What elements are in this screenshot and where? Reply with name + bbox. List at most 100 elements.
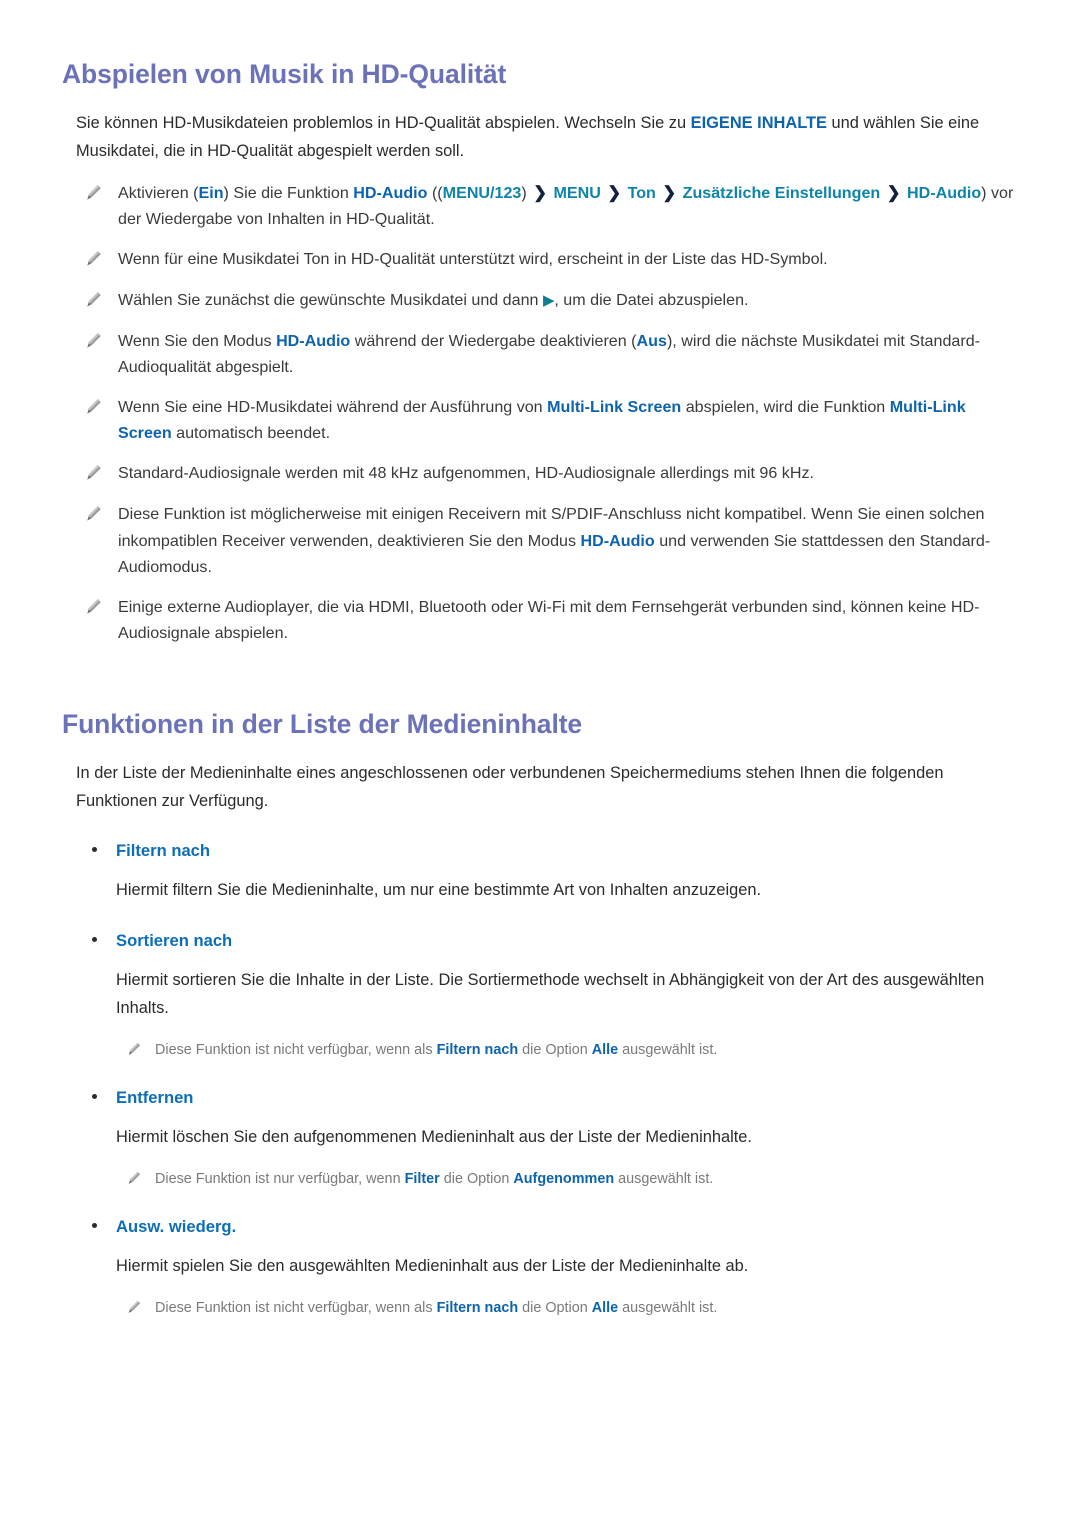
intro-emphasis-eigene-inhalte: EIGENE INHALTE <box>690 114 827 133</box>
note-list: Aktivieren (Ein) Sie die Funktion HD-Aud… <box>62 180 1018 646</box>
emphasis-text: Aufgenommen <box>513 1170 615 1187</box>
text-run: (( <box>427 183 443 202</box>
feature-heading: Entfernen <box>92 1088 1018 1108</box>
chevron-right-icon: ❯ <box>533 183 547 202</box>
text-run: abspielen, wird die Funktion <box>681 398 890 417</box>
bullet-dot-icon <box>92 847 97 853</box>
feature-item: Ausw. wiederg. Hiermit spielen Sie den au… <box>62 1217 1018 1320</box>
feature-heading: Filtern nach <box>92 841 1018 861</box>
pencil-icon <box>84 183 102 207</box>
feature-item: Filtern nach Hiermit filtern Sie die Medi… <box>62 841 1018 905</box>
note-text: Diese Funktion ist nicht verfügbar, wenn… <box>155 1297 717 1320</box>
pencil-icon <box>84 290 102 314</box>
feature-label: Filtern nach <box>116 841 211 861</box>
feature-item: Sortieren nach Hiermit sortieren Sie die … <box>62 931 1018 1062</box>
page-title-secondary: Funktionen in der Liste der Medieninhalt… <box>62 708 583 739</box>
page-title: Abspielen von Musik in HD-Qualität <box>62 59 507 89</box>
text-run: ausgewählt ist. <box>614 1170 714 1187</box>
note-item: Diese Funktion ist nicht verfügbar, wenn… <box>126 1039 1018 1062</box>
pencil-icon <box>87 598 101 614</box>
pencil-icon <box>87 333 101 348</box>
note-text: Diese Funktion ist möglicherweise mit ei… <box>118 501 1018 579</box>
emphasis-text: Filter <box>404 1170 440 1187</box>
feature-label: Ausw. wiederg. <box>116 1217 237 1236</box>
section-media-list-functions: Funktionen in der Liste der Medieninhalt… <box>62 708 1018 1320</box>
note-item: Aktivieren (Ein) Sie die Funktion HD-Aud… <box>84 180 1018 233</box>
emphasis-text: HD-Audio <box>276 332 351 351</box>
emphasis-text: HD-Audio <box>906 183 982 202</box>
text-run: automatisch beendet. <box>171 424 331 443</box>
pencil-icon <box>126 1170 141 1191</box>
text-run: Standard-Audiosignale werden mit 48 kHz … <box>118 464 814 483</box>
feature-label: Entfernen <box>116 1088 194 1108</box>
text-run: während der Wiedergabe deaktivieren ( <box>350 332 637 351</box>
pencil-icon <box>87 506 101 521</box>
emphasis-text: MENU/123 <box>442 183 522 202</box>
intro-paragraph-secondary: In der Liste der Medieninhalte eines ang… <box>76 763 944 811</box>
note-text: Wählen Sie zunächst die gewünschte Musik… <box>118 287 749 314</box>
pencil-icon <box>84 504 102 528</box>
pencil-icon <box>84 249 102 273</box>
note-item: Diese Funktion ist nicht verfügbar, wenn… <box>126 1297 1018 1320</box>
bullet-dot-icon <box>92 937 97 943</box>
feature-heading: Ausw. wiederg. <box>92 1217 1018 1237</box>
text-run: die Option <box>439 1170 514 1187</box>
emphasis-text: Alle <box>591 1042 619 1059</box>
text-run: , um die Datei abzuspielen. <box>554 291 749 310</box>
pencil-icon <box>87 399 101 414</box>
note-text: Wenn Sie eine HD-Musikdatei während der … <box>118 394 1018 446</box>
emphasis-text: MENU <box>553 183 601 202</box>
bullet-dot-icon <box>92 1223 97 1228</box>
intro-text-prefix: Sie können HD-Musikdateien problemlos in… <box>76 114 691 133</box>
note-text: Einige externe Audioplayer, die via HDMI… <box>118 594 1018 646</box>
note-item: Standard-Audiosignale werden mit 48 kHz … <box>84 460 1018 487</box>
note-item: Wenn für eine Musikdatei Ton in HD-Quali… <box>84 246 1018 273</box>
pencil-icon <box>84 331 102 355</box>
pencil-icon <box>87 184 101 200</box>
emphasis-text: Filtern nach <box>436 1299 519 1316</box>
emphasis-text: Filtern nach <box>436 1042 519 1059</box>
text-run: Diese Funktion ist nicht verfügbar, wenn… <box>155 1299 437 1316</box>
emphasis-text: Aus <box>636 332 667 351</box>
text-run: Wählen Sie zunächst die gewünschte Musik… <box>118 291 543 310</box>
pencil-icon <box>87 465 101 480</box>
note-item: Wenn Sie eine HD-Musikdatei während der … <box>84 394 1018 446</box>
pencil-icon <box>128 1042 141 1055</box>
feature-item: Entfernen Hiermit löschen Sie den aufgeno… <box>62 1088 1018 1191</box>
pencil-icon <box>128 1300 141 1313</box>
note-text: Wenn Sie den Modus HD-Audio während der … <box>118 328 1018 380</box>
text-run: Wenn Sie den Modus <box>118 332 277 351</box>
pencil-icon <box>128 1171 141 1184</box>
text-run: ausgewählt ist. <box>618 1042 718 1059</box>
chevron-right-icon: ❯ <box>886 183 901 202</box>
play-icon: ▶ <box>542 293 555 310</box>
section-hd-music: Abspielen von Musik in HD-Qualität Sie k… <box>62 58 1018 646</box>
pencil-icon <box>84 597 102 621</box>
text-run: Diese Funktion ist nur verfügbar, wenn <box>155 1170 405 1187</box>
text-run: Diese Funktion ist nicht verfügbar, wenn… <box>155 1042 437 1059</box>
text-run: ) Sie die Funktion <box>223 183 354 202</box>
note-text: Diese Funktion ist nicht verfügbar, wenn… <box>155 1039 717 1062</box>
feature-description: Hiermit spielen Sie den ausgewählten Med… <box>116 1257 749 1275</box>
note-text: Diese Funktion ist nur verfügbar, wenn F… <box>155 1168 713 1191</box>
note-text: Wenn für eine Musikdatei Ton in HD-Quali… <box>118 246 828 272</box>
text-run: ) <box>521 183 532 202</box>
feature-heading: Sortieren nach <box>92 931 1018 951</box>
emphasis-text: Ein <box>198 183 224 202</box>
emphasis-text: Ton <box>627 183 656 202</box>
note-item: Wählen Sie zunächst die gewünschte Musik… <box>84 287 1018 314</box>
note-item: Einige externe Audioplayer, die via HDMI… <box>84 594 1018 646</box>
pencil-icon <box>87 292 101 307</box>
note-text: Standard-Audiosignale werden mit 48 kHz … <box>118 460 814 486</box>
pencil-icon <box>126 1041 141 1062</box>
feature-description: Hiermit filtern Sie die Medieninhalte, u… <box>116 881 762 900</box>
feature-label: Sortieren nach <box>116 931 233 951</box>
pencil-icon <box>84 463 102 487</box>
bullet-dot-icon <box>92 1094 97 1100</box>
note-item: Diese Funktion ist nur verfügbar, wenn F… <box>126 1168 1018 1191</box>
pencil-icon <box>126 1299 141 1320</box>
text-run: Einige externe Audioplayer, die via HDMI… <box>118 597 980 642</box>
feature-description: Hiermit löschen Sie den aufgenommenen Me… <box>116 1128 752 1147</box>
document-page: Abspielen von Musik in HD-Qualität Sie k… <box>0 0 1080 1527</box>
emphasis-text: Zusätzliche Einstellungen <box>682 183 881 202</box>
